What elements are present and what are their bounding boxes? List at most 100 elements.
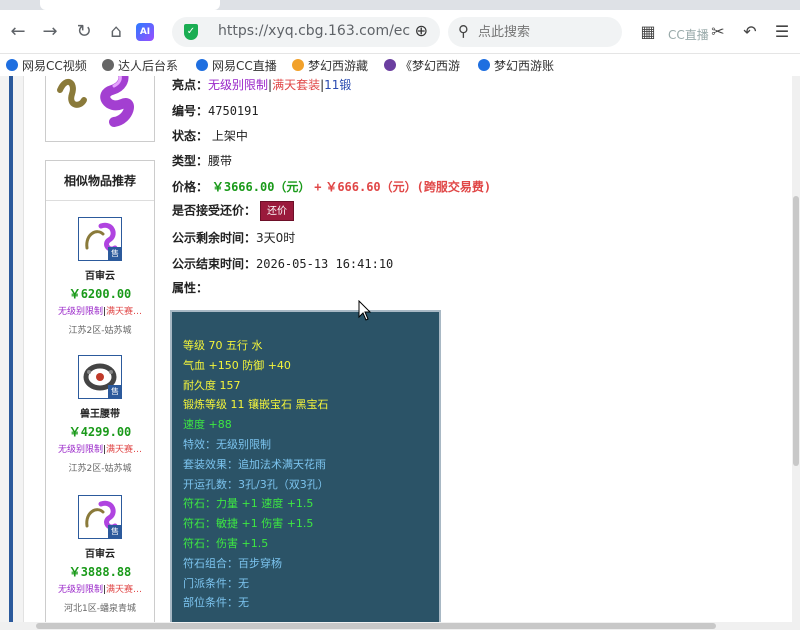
sold-badge: 售	[108, 247, 122, 261]
undo-icon[interactable]: ↶	[740, 22, 760, 42]
similar-item-thumbnail[interactable]: 售	[78, 495, 122, 539]
horizontal-scrollbar[interactable]	[0, 622, 800, 630]
bookmarks-bar: 网易CC视频 达人后台系 网易CC直播 梦幻西游藏 《梦幻西游 梦幻西游账	[0, 54, 800, 76]
price-value: ￥3666.00（元）	[211, 180, 311, 194]
highlight-level: 无级别限制	[208, 78, 269, 92]
search-input[interactable]	[478, 22, 608, 42]
sold-badge: 售	[108, 525, 122, 539]
refresh-icon[interactable]: ↻	[72, 20, 96, 44]
remain-time-value: 3天0时	[256, 231, 296, 245]
home-icon[interactable]: ⌂	[104, 20, 128, 44]
bookmark-item[interactable]: 达人后台系	[102, 57, 188, 74]
address-bar[interactable]: ✓ https://xyq.cbg.163.com/ec ⊕	[172, 17, 440, 47]
price-plus: +	[314, 180, 322, 194]
tag-level: 无级别限制	[57, 307, 103, 317]
attr-line: 符石：力量 +1 速度 +1.5	[183, 497, 314, 511]
price-row: 价格： ￥3666.00（元） + ￥666.60（元）(跨服交易费)	[172, 178, 491, 195]
attr-line: 耐久度 157	[183, 378, 241, 392]
end-time-label: 公示结束时间：	[172, 257, 257, 271]
attr-line: 门派条件：无	[183, 576, 249, 590]
similar-item-price: ￥4299.00	[68, 425, 132, 439]
sold-badge: 售	[108, 385, 122, 399]
scissors-icon[interactable]: ✂	[708, 22, 728, 42]
similar-item-server: 河北1区-蟠泉青城	[64, 604, 136, 614]
security-shield-icon: ✓	[184, 24, 198, 40]
similar-items-title: 相似物品推荐	[46, 161, 154, 201]
remain-time-label: 公示剩余时间：	[172, 231, 257, 245]
vertical-scrollbar[interactable]	[792, 76, 800, 622]
end-time-row: 公示结束时间：2026-05-13 16:41:10	[172, 255, 393, 272]
similar-item[interactable]: 售 兽王腰带 ￥4299.00 无级别限制|满天赛… 江苏2区-姑苏城	[46, 355, 154, 474]
similar-item-thumbnail[interactable]: 售	[78, 355, 122, 399]
attr-line: 符石：敏捷 +1 伤害 +1.5	[183, 517, 314, 531]
back-arrow-icon[interactable]: ←	[6, 20, 30, 44]
attributes-row: 属性：	[172, 279, 208, 296]
bookmark-item[interactable]: 网易CC直播	[196, 57, 282, 74]
bargain-button[interactable]: 还价	[260, 201, 295, 221]
vertical-scroll-thumb[interactable]	[793, 196, 799, 466]
bargain-row: 是否接受还价： 还价	[172, 201, 295, 221]
bookmark-item[interactable]: 《梦幻西游	[384, 57, 468, 74]
forward-arrow-icon[interactable]: →	[38, 20, 62, 44]
attr-line: 气血 +150 防御 +40	[183, 358, 291, 372]
bookmark-favicon-icon	[6, 59, 18, 71]
bookmark-item[interactable]: 网易CC视频	[6, 57, 92, 74]
highlight-suit: 满天套装	[272, 78, 321, 92]
id-row: 编号：4750191	[172, 102, 259, 119]
similar-item-tags: 无级别限制|满天赛…	[57, 445, 143, 455]
bookmark-favicon-icon	[196, 59, 208, 71]
mouse-cursor-icon	[358, 300, 372, 321]
attributes-label: 属性：	[172, 281, 209, 295]
attributes-panel: 等级 70 五行 水 气血 +150 防御 +40 耐久度 157 锻炼等级 1…	[170, 310, 441, 622]
url-text[interactable]: https://xyq.cbg.163.com/ec	[218, 23, 410, 39]
similar-item-thumbnail[interactable]: 售	[78, 217, 122, 261]
tag-suit: 满天赛…	[106, 585, 143, 595]
similar-item-name[interactable]: 兽王腰带	[46, 405, 154, 420]
status-value: 上架中	[211, 129, 248, 143]
similar-item-price: ￥6200.00	[68, 287, 132, 301]
highlights-row: 亮点：无级别限制|满天套装|11锻	[172, 76, 351, 93]
globe-icon	[102, 59, 114, 71]
tag-suit: 满天赛…	[106, 307, 143, 317]
similar-item-name[interactable]: 百审云	[46, 545, 154, 560]
type-value: 腰带	[208, 154, 233, 168]
similar-item-name[interactable]: 百审云	[46, 267, 154, 282]
status-row: 状态： 上架中	[172, 127, 248, 144]
attr-line: 特效：无级别限制	[183, 437, 271, 451]
bookmark-favicon-icon	[384, 59, 396, 71]
attr-line: 符石：伤害 +1.5	[183, 536, 269, 550]
horizontal-scroll-thumb[interactable]	[36, 623, 716, 629]
active-tab[interactable]	[40, 0, 220, 10]
id-label: 编号：	[172, 104, 209, 118]
bookmark-item[interactable]: 梦幻西游藏	[292, 57, 374, 74]
browser-search-box[interactable]: ⚲	[448, 17, 622, 47]
attr-line: 速度 +88	[183, 418, 232, 432]
attr-line: 套装效果：追加法术满天花雨	[183, 457, 326, 471]
similar-item-tags: 无级别限制|满天赛…	[57, 585, 143, 595]
similar-item-price: ￥3888.88	[68, 565, 132, 579]
id-value: 4750191	[208, 104, 259, 118]
bookmark-favicon-icon	[292, 59, 304, 71]
cross-server-fee: ￥666.60（元）(跨服交易费)	[325, 180, 492, 194]
similar-item-tags: 无级别限制|满天赛…	[57, 307, 143, 317]
similar-item-server: 江苏2区-姑苏城	[68, 326, 132, 336]
belt-item-icon	[57, 76, 134, 127]
ai-assistant-icon[interactable]: AI	[136, 23, 154, 41]
apps-grid-icon[interactable]: ▦	[638, 22, 658, 42]
status-label: 状态：	[172, 129, 209, 143]
type-row: 类型：腰带	[172, 152, 232, 169]
zoom-icon[interactable]: ⊕	[415, 21, 428, 40]
bookmark-favicon-icon	[478, 59, 490, 71]
price-label: 价格：	[172, 180, 209, 194]
tag-suit: 满天赛…	[106, 445, 143, 455]
similar-item[interactable]: 售 百审云 ￥6200.00 无级别限制|满天赛… 江苏2区-姑苏城	[46, 217, 154, 336]
attr-line: 等级 70 五行 水	[183, 339, 263, 352]
attr-line: 部位条件：无	[183, 596, 249, 610]
tab-strip	[0, 0, 800, 10]
type-label: 类型：	[172, 154, 209, 168]
menu-icon[interactable]: ☰	[772, 22, 792, 42]
page-content: 相似物品推荐 售 百审云 ￥6200.00 无级别限制|满天赛… 江苏2区-姑苏…	[0, 76, 792, 622]
similar-item[interactable]: 售 百审云 ￥3888.88 无级别限制|满天赛… 河北1区-蟠泉青城	[46, 495, 154, 614]
item-image	[45, 76, 155, 142]
bookmark-item[interactable]: 梦幻西游账	[478, 57, 562, 74]
